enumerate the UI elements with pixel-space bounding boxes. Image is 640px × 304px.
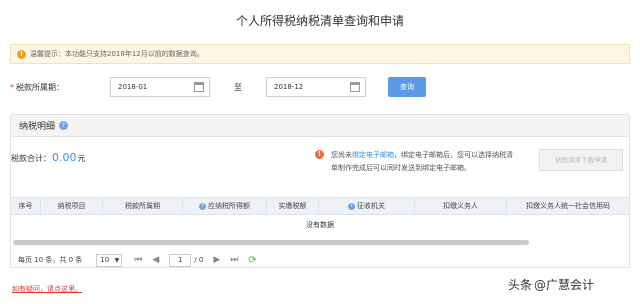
col-index: 序号 <box>11 198 41 214</box>
required-marker: * <box>10 83 14 92</box>
col-taxable-income-label: 应纳税所得额 <box>208 202 250 210</box>
pager-summary: 每页 10 条，共 0 条 <box>18 256 83 264</box>
apply-download-button[interactable]: 纳税清单下载申请 <box>539 149 623 171</box>
email-tip-text: 您尚未绑定电子邮箱，绑定电子邮箱后，您可以选择纳税清单制作完成后可以同时发送到绑… <box>317 149 517 175</box>
page-number-input[interactable]: 1 <box>169 253 192 267</box>
watermark-source: 头条 <box>508 278 533 292</box>
start-date-value: 2018-01 <box>118 83 148 91</box>
first-page-icon[interactable]: ⏮ <box>134 255 142 265</box>
table-header: 序号 纳税项目 税款所属期 ? 应纳税所得额 实缴税额 ? 征收机关 扣缴义务人 扣… <box>11 197 629 215</box>
to-label: 至 <box>234 83 242 92</box>
col-authority: ? 征收机关 <box>319 198 415 214</box>
tax-detail-panel: 纳税明细 ? 税款合计： 0.00 元 ! 您尚未绑定电子邮箱，绑定电子邮箱后，… <box>10 114 630 268</box>
total-label: 税款合计： <box>11 154 51 163</box>
email-tip: ! 您尚未绑定电子邮箱，绑定电子邮箱后，您可以选择纳税清单制作完成后可以同时发送… <box>315 149 517 175</box>
next-page-icon[interactable]: ▶ <box>213 255 220 265</box>
page-size-value: 10 <box>100 255 110 264</box>
col-taxable-income: ? 应纳税所得额 <box>183 198 267 214</box>
calendar-icon[interactable] <box>350 82 360 92</box>
period-label-text: 税款所属期： <box>16 83 64 92</box>
chevron-down-icon: ▼ <box>114 256 120 264</box>
warning-icon: ! <box>17 49 26 59</box>
total-unit: 元 <box>77 154 86 163</box>
horizontal-scrollbar[interactable] <box>13 240 529 245</box>
help-icon[interactable]: ? <box>348 202 355 210</box>
email-tip-prefix: 您尚未 <box>331 151 352 159</box>
start-date-input[interactable]: 2018-01 <box>110 77 210 97</box>
help-icon[interactable]: ? <box>199 202 206 210</box>
empty-table-text: 没有数据 <box>306 221 334 229</box>
total-amount: 0.00 <box>52 151 77 164</box>
bind-email-link[interactable]: 绑定电子邮箱 <box>352 151 394 159</box>
panel-header: 纳税明细 ? <box>11 115 629 137</box>
col-withholder: 扣缴义务人 <box>415 198 507 214</box>
help-icon[interactable]: ? <box>59 121 69 130</box>
total-pages: / 0 <box>194 256 204 264</box>
col-period: 税款所属期 <box>103 198 183 214</box>
col-withholder-credit-code: 扣缴义务人统一社会信用码 <box>526 202 610 210</box>
last-page-icon[interactable]: ⏭ <box>230 255 238 265</box>
page-title: 个人所得税纳税清单查询和申请 <box>235 14 404 28</box>
watermark: 头条 @广慧会计 <box>508 276 594 293</box>
calendar-icon[interactable] <box>194 82 204 92</box>
pagination: 每页 10 条，共 0 条 10 ▼ ⏮ ◀ 1 / 0 ▶ ⏭ ⟳ <box>10 250 630 270</box>
help-link[interactable]: 如有疑问，请点这里。 <box>12 284 82 294</box>
panel-title: 纳税明细 <box>19 122 56 132</box>
prev-page-icon[interactable]: ◀ <box>152 255 159 265</box>
watermark-handle: @广慧会计 <box>534 278 595 292</box>
col-authority-label: 征收机关 <box>357 202 385 210</box>
col-paid-tax: 实缴税额 <box>267 198 319 214</box>
query-button[interactable]: 查询 <box>388 77 426 97</box>
refresh-icon[interactable]: ⟳ <box>248 255 256 266</box>
tax-total: 税款合计： 0.00 元 <box>11 151 86 164</box>
notice-banner: ! 温馨提示：本功能只支持2018年12月以前的数据查询。 <box>10 44 630 64</box>
period-label: * 税款所属期： <box>10 82 64 93</box>
notice-text: 温馨提示：本功能只支持2018年12月以前的数据查询。 <box>30 50 204 58</box>
col-tax-item: 纳税项目 <box>41 198 103 214</box>
end-date-input[interactable]: 2018-12 <box>266 77 366 97</box>
page-size-select[interactable]: 10 ▼ <box>96 253 123 267</box>
end-date-value: 2018-12 <box>274 83 304 91</box>
info-icon: ! <box>315 150 324 159</box>
